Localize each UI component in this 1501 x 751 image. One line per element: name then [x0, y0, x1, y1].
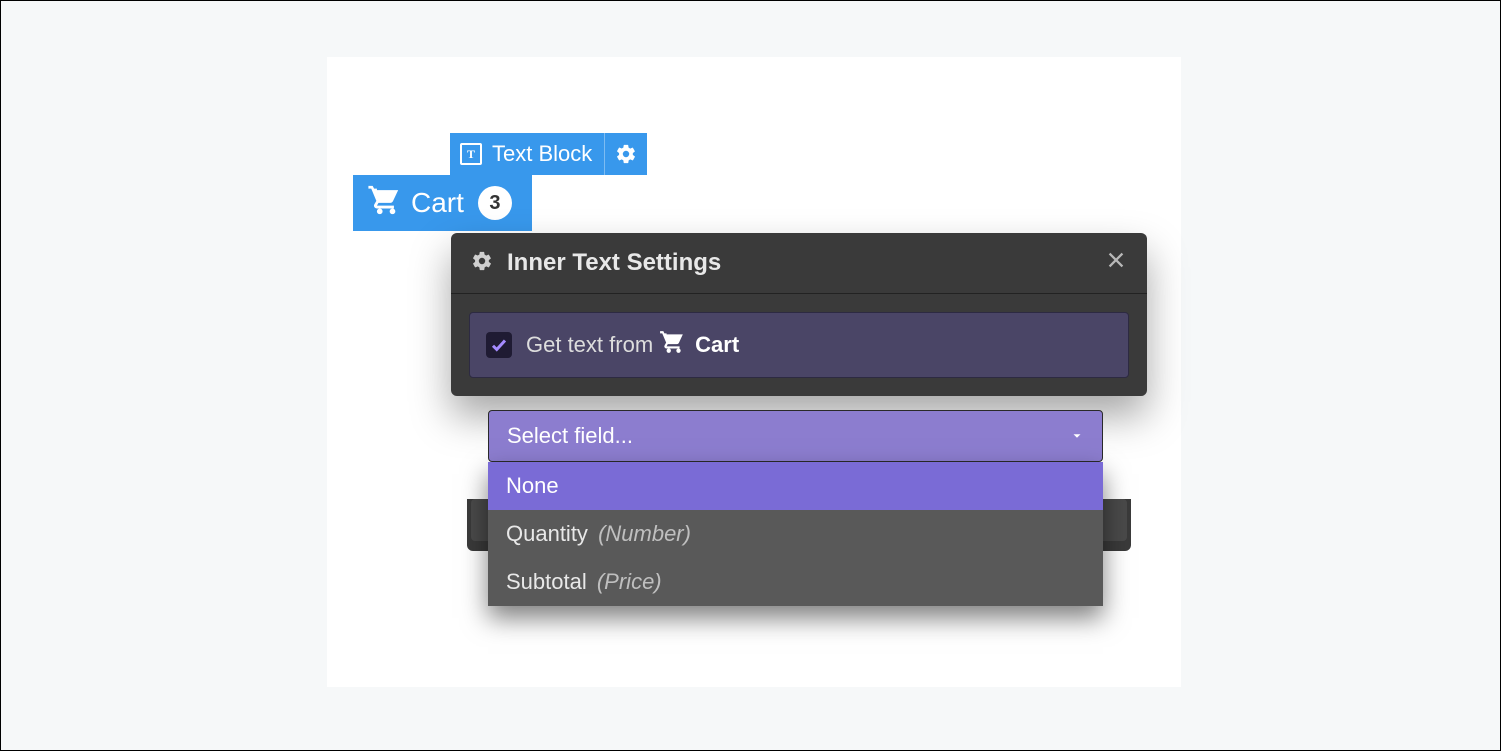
bind-label: Get text from [526, 332, 653, 358]
field-dropdown: None Quantity (Number) Subtotal (Price) [488, 462, 1103, 606]
text-block-icon: T [460, 143, 482, 165]
bind-source-row: Get text from Cart [469, 312, 1129, 378]
cart-element[interactable]: Cart 3 [353, 175, 532, 231]
element-settings-button[interactable] [604, 133, 647, 175]
element-label-text: Text Block [492, 141, 592, 167]
option-hint: (Number) [598, 521, 691, 546]
gear-icon [615, 143, 637, 165]
panel-header: Inner Text Settings [451, 233, 1147, 294]
cart-icon [367, 183, 401, 224]
gear-icon [471, 250, 493, 277]
select-placeholder: Select field... [507, 423, 633, 449]
cart-count-badge: 3 [478, 186, 512, 220]
chevron-down-icon [1070, 423, 1084, 449]
cart-label: Cart [411, 187, 464, 219]
element-label-text-block[interactable]: T Text Block [450, 133, 647, 175]
close-button[interactable] [1105, 249, 1127, 277]
panel-body: Get text from Cart [451, 294, 1147, 396]
dropdown-option-none[interactable]: None [488, 462, 1103, 510]
option-label: Subtotal [506, 569, 587, 594]
dropdown-option-subtotal[interactable]: Subtotal (Price) [488, 558, 1103, 606]
close-icon [1105, 249, 1127, 271]
field-select[interactable]: Select field... [488, 410, 1103, 462]
option-label: Quantity [506, 521, 588, 546]
checkmark-icon [490, 336, 508, 354]
option-hint: (Price) [597, 569, 662, 594]
option-label: None [506, 473, 559, 498]
cart-icon [659, 329, 685, 361]
panel-title: Inner Text Settings [507, 249, 1105, 277]
bind-checkbox[interactable] [486, 332, 512, 358]
dropdown-option-quantity[interactable]: Quantity (Number) [488, 510, 1103, 558]
inner-text-settings-panel: Inner Text Settings Get text from Cart [451, 233, 1147, 396]
bind-source-name: Cart [695, 332, 739, 358]
